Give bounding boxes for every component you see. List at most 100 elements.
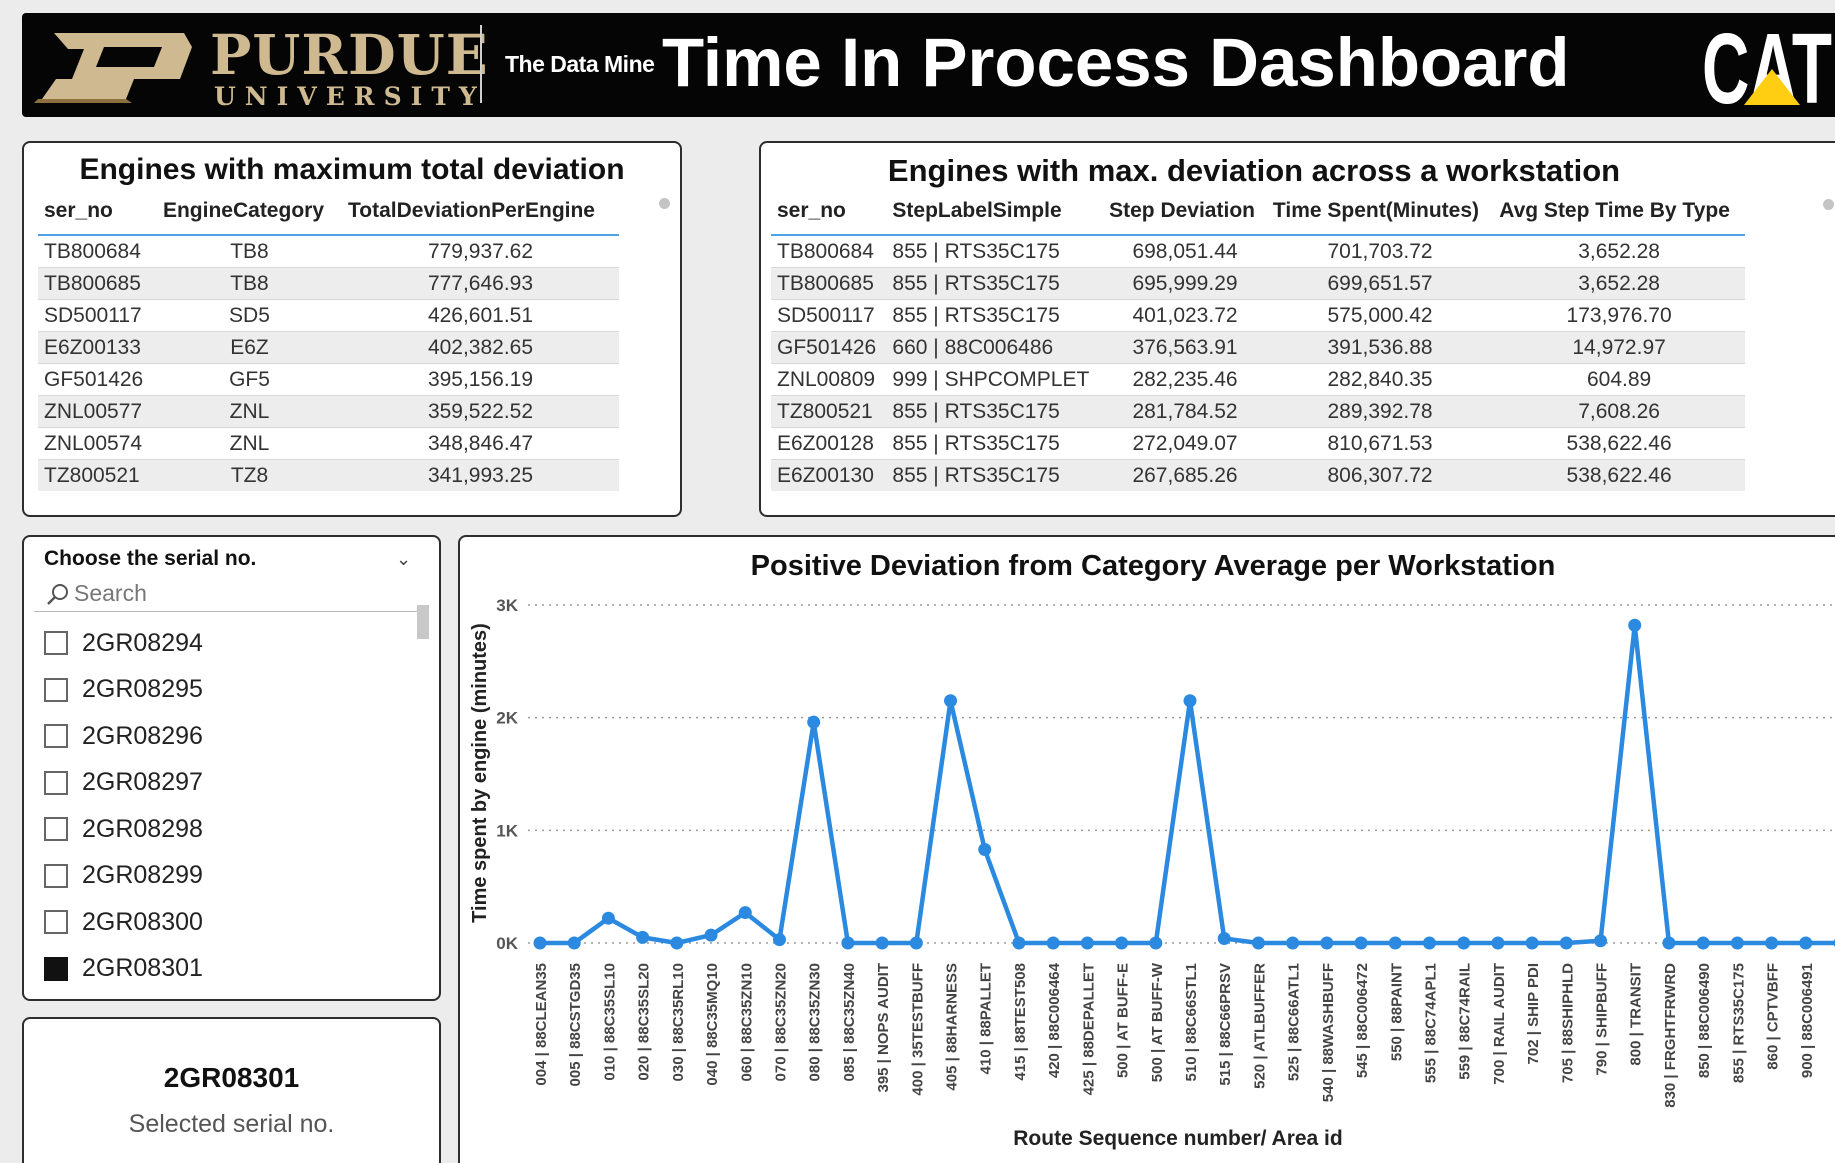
- column-header[interactable]: TotalDeviationPerEngine: [342, 188, 619, 236]
- data-point[interactable]: [1286, 936, 1300, 950]
- table-row[interactable]: E6Z00128 855 | RTS35C175 272,049.07 810,671…: [771, 427, 1745, 460]
- x-tick-label: 080 | 88C35ZN30: [807, 963, 824, 1081]
- x-tick-label: 520 | ATLBUFFER: [1251, 963, 1268, 1089]
- table-cell: 341,993.25: [342, 459, 619, 491]
- table-row[interactable]: ZNL00574 ZNL 348,846.47: [38, 427, 619, 460]
- data-point[interactable]: [1251, 936, 1265, 950]
- data-point[interactable]: [1217, 931, 1231, 945]
- checkbox[interactable]: [44, 956, 68, 981]
- scrollbar-indicator[interactable]: [1823, 199, 1834, 210]
- slicer-item[interactable]: 2GR08300: [44, 904, 203, 940]
- data-point[interactable]: [1696, 936, 1710, 950]
- checkbox[interactable]: [44, 724, 68, 748]
- table-row[interactable]: TB800684 TB8 779,937.62: [38, 234, 619, 268]
- table-row[interactable]: TZ800521 855 | RTS35C175 281,784.52 289,392…: [771, 395, 1745, 428]
- data-point[interactable]: [1491, 936, 1505, 950]
- data-point[interactable]: [1422, 936, 1436, 950]
- data-point[interactable]: [1457, 936, 1471, 950]
- x-tick-label: 555 | 88C74APL1: [1422, 963, 1439, 1083]
- slicer-scrollbar[interactable]: [417, 605, 429, 639]
- data-point[interactable]: [1183, 694, 1197, 708]
- data-point[interactable]: [1765, 936, 1779, 950]
- table-row[interactable]: E6Z00133 E6Z 402,382.65: [38, 331, 619, 364]
- serial-slicer: Choose the serial no. ⌄ Search 2GR08294 2…: [22, 535, 441, 1001]
- slicer-item[interactable]: 2GR08298: [44, 811, 203, 847]
- slicer-item[interactable]: 2GR08296: [44, 718, 203, 754]
- checkbox[interactable]: [44, 631, 68, 655]
- data-point[interactable]: [1012, 936, 1026, 950]
- data-point[interactable]: [1525, 936, 1539, 950]
- data-point[interactable]: [567, 936, 581, 950]
- data-point[interactable]: [1320, 936, 1334, 950]
- table-row[interactable]: GF501426 660 | 88C006486 376,563.91 391,536…: [771, 331, 1745, 364]
- data-point[interactable]: [772, 933, 786, 947]
- x-tick-label: 830 | FRGHTFRWRD: [1662, 963, 1679, 1108]
- table-cell: E6Z: [156, 331, 342, 364]
- column-header[interactable]: Time Spent(Minutes): [1266, 188, 1494, 236]
- column-header[interactable]: ser_no: [38, 188, 157, 236]
- x-tick-label: 010 | 88C35SL10: [601, 963, 618, 1081]
- scrollbar-indicator[interactable]: [659, 198, 670, 209]
- table-row[interactable]: ZNL00577 ZNL 359,522.52: [38, 395, 619, 428]
- data-point[interactable]: [1354, 936, 1368, 950]
- data-point[interactable]: [1046, 936, 1060, 950]
- data-point[interactable]: [944, 694, 958, 708]
- table-cell: 359,522.52: [342, 395, 619, 428]
- slicer-item[interactable]: 2GR08297: [44, 765, 203, 801]
- table-row[interactable]: SD500117 855 | RTS35C175 401,023.72 575,000…: [771, 299, 1745, 332]
- data-point[interactable]: [738, 906, 752, 920]
- x-tick-label: 545 | 88C006472: [1354, 963, 1371, 1078]
- data-point[interactable]: [909, 936, 923, 950]
- data-point[interactable]: [1799, 936, 1813, 950]
- column-header[interactable]: Step Deviation: [1103, 188, 1267, 236]
- chevron-down-icon[interactable]: ⌄: [396, 549, 411, 570]
- data-point[interactable]: [1730, 936, 1744, 950]
- table-row[interactable]: E6Z00130 855 | RTS35C175 267,685.26 806,307…: [771, 459, 1745, 491]
- column-header[interactable]: StepLabelSimple: [886, 188, 1104, 236]
- checkbox[interactable]: [44, 677, 68, 702]
- data-point[interactable]: [875, 936, 889, 950]
- table-row[interactable]: ZNL00809 999 | SHPCOMPLET 282,235.46 282,84…: [771, 363, 1745, 396]
- data-point[interactable]: [1149, 936, 1163, 950]
- table-row[interactable]: GF501426 GF5 395,156.19: [38, 363, 619, 396]
- table-row[interactable]: TB800685 855 | RTS35C175 695,999.29 699,651…: [771, 267, 1745, 300]
- table-cell: TB8: [156, 267, 342, 300]
- data-point[interactable]: [704, 928, 718, 942]
- data-point[interactable]: [841, 936, 855, 950]
- checkbox[interactable]: [44, 817, 68, 841]
- table-row[interactable]: SD500117 SD5 426,601.51: [38, 299, 619, 332]
- data-point[interactable]: [1594, 934, 1608, 948]
- column-header[interactable]: Avg Step Time By Type: [1493, 188, 1745, 236]
- series-line: [540, 623, 1835, 946]
- table-cell: GF501426: [38, 363, 157, 396]
- search-input[interactable]: Search: [74, 580, 147, 607]
- data-point[interactable]: [1628, 618, 1642, 632]
- data-point[interactable]: [533, 936, 547, 950]
- total-deviation-table: ser_no EngineCategory TotalDeviationPerEng…: [38, 188, 619, 491]
- checkbox[interactable]: [44, 770, 68, 795]
- data-point[interactable]: [601, 911, 615, 925]
- checkbox[interactable]: [44, 910, 68, 934]
- data-point[interactable]: [807, 715, 821, 729]
- data-point[interactable]: [1662, 936, 1676, 950]
- table-row[interactable]: TB800684 855 | RTS35C175 698,051.44 701,703…: [771, 234, 1745, 268]
- column-header[interactable]: ser_no: [771, 188, 887, 236]
- slicer-item[interactable]: 2GR08299: [44, 858, 203, 894]
- data-point[interactable]: [670, 936, 684, 950]
- data-point[interactable]: [1559, 936, 1573, 950]
- data-point[interactable]: [1115, 936, 1129, 950]
- slicer-item[interactable]: 2GR08294: [44, 625, 203, 661]
- column-header[interactable]: EngineCategory: [156, 188, 342, 236]
- x-tick-label: 005 | 88CSTGD35: [567, 963, 584, 1086]
- data-point[interactable]: [1080, 936, 1094, 950]
- slicer-item[interactable]: 2GR08295: [44, 672, 203, 708]
- data-point[interactable]: [1388, 936, 1402, 950]
- selected-serial-label: Selected serial no.: [128, 1110, 335, 1138]
- table-row[interactable]: TB800685 TB8 777,646.93: [38, 267, 619, 300]
- checkbox[interactable]: [44, 863, 68, 888]
- data-point[interactable]: [978, 842, 992, 856]
- table-cell: ZNL00809: [771, 363, 887, 396]
- data-point[interactable]: [636, 930, 650, 944]
- slicer-item[interactable]: 2GR08301: [44, 951, 203, 987]
- table-row[interactable]: TZ800521 TZ8 341,993.25: [38, 459, 619, 491]
